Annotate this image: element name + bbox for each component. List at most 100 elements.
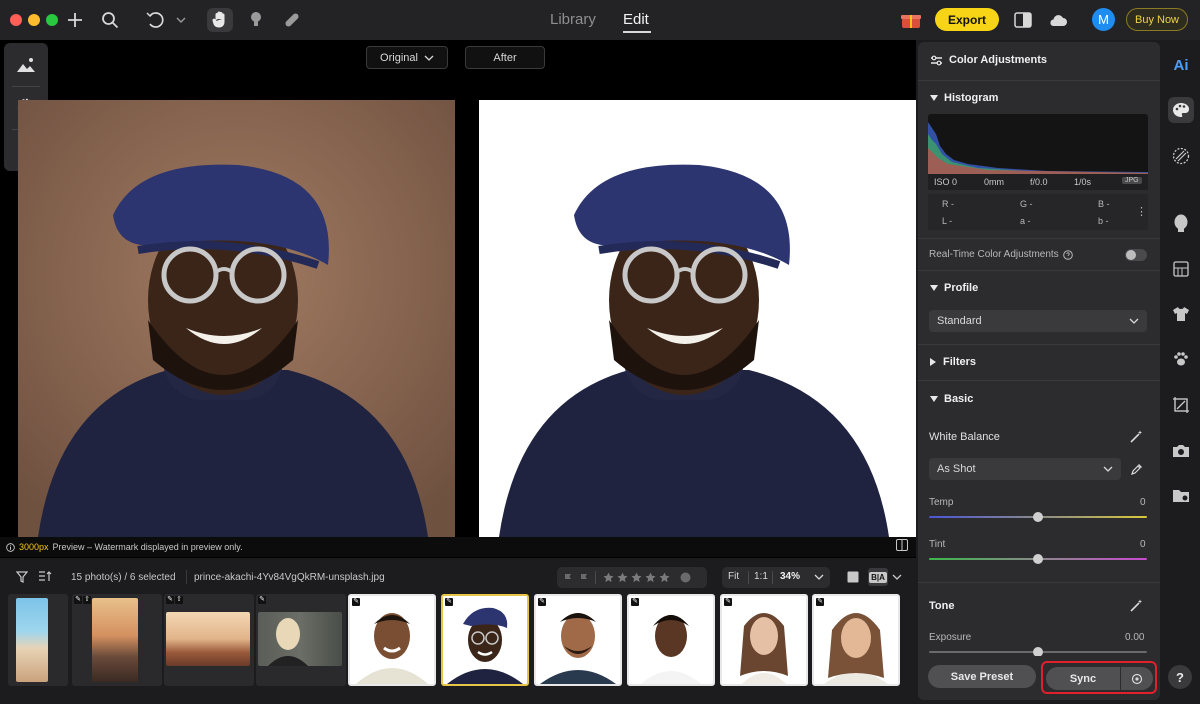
- auto-white-balance-button[interactable]: [1130, 430, 1143, 443]
- list-item[interactable]: ✎: [348, 594, 436, 686]
- flag-icon[interactable]: [563, 573, 573, 583]
- healing-tool-button[interactable]: [279, 8, 305, 32]
- reject-flag-icon[interactable]: [579, 573, 589, 583]
- user-avatar[interactable]: M: [1092, 8, 1115, 31]
- close-window-button[interactable]: [10, 14, 22, 26]
- folder-module-button[interactable]: [1168, 483, 1194, 509]
- compare-window-button[interactable]: [1010, 8, 1036, 32]
- histogram-title: Histogram: [944, 92, 999, 104]
- star-icon[interactable]: [631, 572, 642, 583]
- star-icon[interactable]: [617, 572, 628, 583]
- tint-slider-knob[interactable]: [1033, 554, 1043, 564]
- thumbnail-portrait-6: [824, 613, 888, 684]
- white-balance-dropdown[interactable]: As Shot: [929, 458, 1121, 480]
- after-image[interactable]: [479, 100, 916, 537]
- tab-library[interactable]: Library: [550, 11, 596, 28]
- add-button[interactable]: [62, 8, 88, 32]
- minimize-window-button[interactable]: [28, 14, 40, 26]
- pet-module-button[interactable]: [1168, 346, 1194, 372]
- readout-g: G -: [1020, 199, 1033, 209]
- texture-module-button[interactable]: [1168, 143, 1194, 169]
- help-button[interactable]: ?: [1168, 665, 1192, 689]
- list-item[interactable]: ✎: [720, 594, 808, 686]
- hand-tool-button[interactable]: [207, 8, 233, 32]
- undo-button[interactable]: [144, 8, 188, 32]
- color-module-button[interactable]: [1168, 97, 1194, 123]
- ai-module-button[interactable]: Ai: [1168, 52, 1194, 78]
- list-item[interactable]: ✎: [256, 594, 346, 686]
- zoom-level[interactable]: 34%: [780, 571, 800, 582]
- gift-button[interactable]: [898, 8, 924, 32]
- list-item[interactable]: ✎: [627, 594, 715, 686]
- gear-icon: [1131, 673, 1143, 684]
- chevron-down-icon[interactable]: [892, 574, 902, 580]
- after-view-button[interactable]: After: [465, 46, 545, 69]
- list-item[interactable]: ✎ ⇧: [164, 594, 254, 686]
- star-icon[interactable]: [603, 572, 614, 583]
- sync-button[interactable]: Sync: [1046, 667, 1120, 690]
- basic-section-header[interactable]: Basic: [930, 393, 973, 405]
- section-divider: [918, 582, 1160, 583]
- maximize-window-button[interactable]: [46, 14, 58, 26]
- eyedropper-button[interactable]: [1131, 463, 1143, 475]
- sort-button[interactable]: [38, 570, 52, 583]
- list-item[interactable]: ✎: [812, 594, 900, 686]
- profile-section-header[interactable]: Profile: [930, 282, 978, 294]
- before-image[interactable]: [18, 100, 455, 537]
- exif-shutter: 1/0s: [1074, 177, 1092, 187]
- filmstrip: ✎ ⇧ ✎ ⇧ ✎ ✎ ✎ ✎ ✎ ✎ ✎: [4, 594, 912, 688]
- help-circle-icon[interactable]: [1062, 249, 1073, 260]
- list-item[interactable]: [8, 594, 68, 686]
- star-icon[interactable]: [659, 572, 670, 583]
- readout-l: L -: [942, 216, 953, 226]
- adjustments-panel: Color Adjustments Histogram ISO 0 0mm f/…: [918, 42, 1160, 700]
- thumbnail-portrait-3: [540, 613, 616, 684]
- preview-size: 3000px: [19, 542, 49, 552]
- landscape-tool-button[interactable]: [4, 45, 48, 85]
- export-button[interactable]: Export: [935, 8, 999, 31]
- save-preset-button[interactable]: Save Preset: [928, 665, 1036, 688]
- temp-slider-knob[interactable]: [1033, 512, 1043, 522]
- stamp-tool-button[interactable]: [243, 8, 269, 32]
- profile-dropdown[interactable]: Standard: [929, 310, 1147, 332]
- section-divider: [918, 344, 1160, 345]
- panel-toggle-icon: [1014, 12, 1032, 28]
- tab-edit[interactable]: Edit: [623, 11, 649, 28]
- after-view-label: After: [493, 51, 517, 64]
- histogram-section-header[interactable]: Histogram: [930, 92, 998, 104]
- before-view-dropdown[interactable]: Original: [366, 46, 448, 69]
- crop-module-button[interactable]: [1168, 392, 1194, 418]
- add-icon: [68, 13, 82, 27]
- filter-button[interactable]: [16, 571, 28, 583]
- filters-section-header[interactable]: Filters: [930, 356, 976, 368]
- realtime-toggle[interactable]: [1125, 249, 1147, 261]
- section-divider: [918, 80, 1160, 81]
- exposure-label: Exposure: [929, 632, 972, 643]
- single-view-button[interactable]: [847, 571, 859, 583]
- color-label-icon[interactable]: [680, 572, 691, 583]
- list-item[interactable]: ✎: [534, 594, 622, 686]
- list-item[interactable]: ✎: [441, 594, 529, 686]
- sync-settings-button[interactable]: [1121, 667, 1153, 690]
- edited-badge: ✎: [724, 598, 732, 606]
- camera-module-button[interactable]: [1168, 438, 1194, 464]
- thumbnail-beach: [16, 598, 48, 682]
- auto-tone-button[interactable]: [1130, 599, 1143, 612]
- cloud-button[interactable]: [1045, 8, 1071, 32]
- histogram-curve: [928, 122, 1148, 174]
- clothing-module-button[interactable]: [1168, 301, 1194, 327]
- fit-button[interactable]: Fit: [728, 571, 739, 582]
- compare-view-button[interactable]: B|A: [868, 568, 888, 586]
- chevron-down-icon[interactable]: [814, 574, 824, 580]
- face-module-button[interactable]: [1168, 210, 1194, 236]
- grid-module-button[interactable]: [1168, 256, 1194, 282]
- list-item[interactable]: ✎ ⇧: [72, 594, 162, 686]
- more-options-icon[interactable]: ⋮: [1136, 205, 1147, 218]
- one-to-one-button[interactable]: 1:1: [754, 571, 768, 582]
- split-view-button[interactable]: [896, 539, 908, 551]
- buy-now-button[interactable]: Buy Now: [1126, 8, 1188, 31]
- edited-badge: ✎: [631, 598, 639, 606]
- star-rating[interactable]: [603, 572, 670, 583]
- search-button[interactable]: [97, 8, 123, 32]
- star-icon[interactable]: [645, 572, 656, 583]
